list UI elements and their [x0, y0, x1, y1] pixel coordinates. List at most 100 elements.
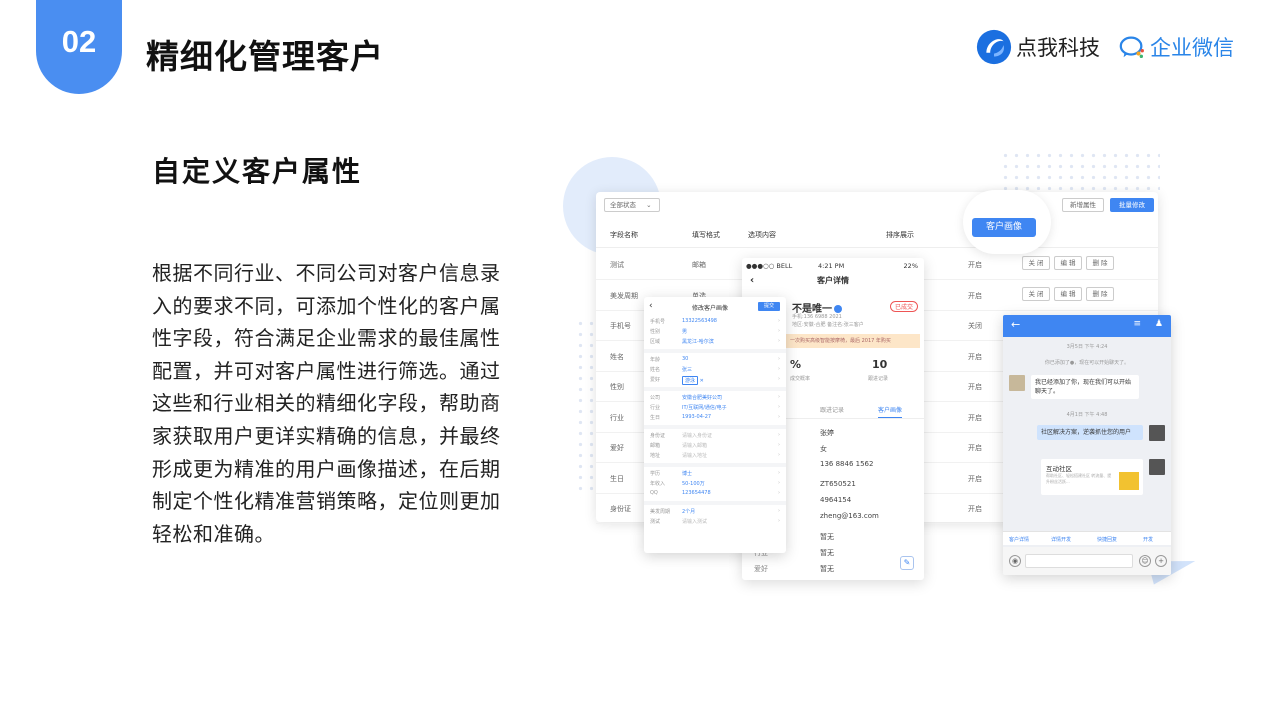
status-filter-select[interactable]: 全部状态 ⌄: [604, 198, 660, 212]
emoji-icon[interactable]: ☺: [1139, 555, 1151, 567]
close-button[interactable]: 关 闭: [1022, 286, 1050, 301]
avatar: [1149, 459, 1165, 475]
close-icon[interactable]: ✕: [700, 378, 704, 384]
detail-value: 暂无: [820, 533, 834, 541]
form-field[interactable]: 地址 请输入地址 ›: [644, 452, 786, 461]
chevron-right-icon: ›: [778, 470, 780, 476]
form-field[interactable]: 手机号 13322563498 ›: [644, 318, 786, 327]
detail-label: 爱好: [754, 565, 768, 573]
toolbar-item-quick-reply[interactable]: 快捷回复: [1097, 536, 1117, 543]
phone-status-bar: ●●●○○ BELL 4:21 PM 22%: [742, 262, 924, 272]
battery-text: 22%: [903, 262, 918, 270]
detail-value: 暂无: [820, 565, 834, 573]
field-value: 13322563498: [682, 318, 717, 324]
form-field[interactable]: 测试 请输入测试 ›: [644, 518, 786, 527]
form-field[interactable]: 性别 男 ›: [644, 328, 786, 337]
plus-icon[interactable]: +: [1155, 555, 1167, 567]
form-divider: [644, 463, 786, 467]
field-status: 关闭: [968, 322, 982, 330]
field-label: 行业: [650, 405, 661, 411]
tab-follow-records[interactable]: 跟进记录: [820, 405, 844, 414]
chevron-right-icon: ›: [778, 442, 780, 448]
field-name: 测试: [610, 261, 624, 269]
customer-portrait-button[interactable]: 客户画像: [972, 218, 1036, 237]
chat-input[interactable]: [1025, 554, 1133, 568]
chat-link-card[interactable]: 互动社区 帮助社区、轻松搭建社区 转流量、提升粉丝活跃...: [1041, 459, 1143, 495]
field-format: 邮箱: [692, 261, 706, 269]
form-field[interactable]: 学历 博士 ›: [644, 470, 786, 479]
stat-label: 成交概率: [790, 376, 811, 382]
chevron-right-icon: ›: [778, 508, 780, 514]
edit-button[interactable]: 编 辑: [1054, 256, 1082, 270]
status-filter-value: 全部状态: [610, 201, 636, 209]
phone-nav-title: 客户详情: [817, 276, 849, 285]
close-button[interactable]: 关 闭: [1022, 256, 1050, 270]
field-name: 爱好: [610, 444, 624, 452]
paragraph-line: 家获取用户更详实精确的信息，并最终: [152, 423, 501, 448]
avatar: [1149, 425, 1165, 441]
field-value: 博士: [682, 471, 693, 477]
toolbar-item-dev[interactable]: 开发: [1143, 536, 1153, 543]
form-field[interactable]: 年龄 30 ›: [644, 356, 786, 365]
field-label: 年龄: [650, 357, 661, 363]
detail-value: 张婷: [820, 429, 834, 437]
form-field[interactable]: 年收入 50-100万 ›: [644, 480, 786, 489]
card-desc: 帮助社区、轻松搭建社区 转流量、提升粉丝活跃...: [1046, 473, 1112, 484]
toolbar-item-detail-dev[interactable]: 详情开发: [1051, 536, 1071, 543]
tab-customer-portrait[interactable]: 客户画像: [878, 405, 903, 418]
delete-button[interactable]: 删 除: [1086, 286, 1114, 301]
customer-region-line: 地区:安徽-合肥 备注名:张三客户: [792, 322, 864, 328]
chevron-right-icon: ›: [778, 356, 780, 362]
form-field[interactable]: 公司 安徽合肥美好公司 ›: [644, 394, 786, 403]
form-header: ‹ 修改客户画像 提交: [644, 301, 786, 315]
form-field[interactable]: 行业 IT/互联网/通信/电子 ›: [644, 404, 786, 413]
dianwo-logo-icon: [976, 29, 1012, 65]
form-field[interactable]: 身份证 请输入身份证 ›: [644, 432, 786, 441]
new-attribute-button[interactable]: 新增属性: [1062, 198, 1104, 212]
toolbar-item-customer-detail[interactable]: 客户详情: [1009, 536, 1029, 543]
form-field[interactable]: 爱好 游泳 ✕ ›: [644, 376, 786, 385]
back-chevron-icon[interactable]: ‹: [649, 301, 653, 311]
form-field[interactable]: QQ 123654478 ›: [644, 490, 786, 499]
edit-icon[interactable]: ✎: [900, 556, 914, 570]
field-value: 黑龙江-哈尔滨: [682, 339, 714, 345]
form-field[interactable]: 姓名 张三 ›: [644, 366, 786, 375]
form-field[interactable]: 美发周期 2个月 ›: [644, 508, 786, 517]
field-value: 30: [682, 356, 689, 362]
edit-button[interactable]: 编 辑: [1054, 286, 1082, 301]
field-status: 开启: [968, 413, 982, 422]
chat-topbar: ← ≡ ♟: [1003, 315, 1171, 337]
chevron-right-icon: ›: [778, 328, 780, 334]
submit-button[interactable]: 提交: [758, 302, 780, 311]
verified-icon: [834, 305, 842, 313]
field-status: 开启: [968, 291, 982, 300]
form-field[interactable]: 区域 黑龙江-哈尔滨 ›: [644, 338, 786, 347]
field-name: 生日: [610, 474, 624, 483]
batch-edit-button[interactable]: 批量修改: [1110, 198, 1154, 212]
row-actions: 关 闭编 辑删 除: [1022, 256, 1114, 270]
stat-follow-count: 10: [872, 358, 888, 371]
chevron-right-icon: ›: [778, 480, 780, 486]
voice-icon[interactable]: ◉: [1009, 555, 1021, 567]
field-value: 游泳 ✕: [682, 376, 704, 385]
page-title: 精细化管理客户: [146, 37, 384, 76]
paragraph-line: 轻松和准确。: [152, 521, 275, 546]
table-header: 字段名称 填写格式 选项内容 排序展示: [596, 220, 1158, 248]
form-field[interactable]: 邮箱 请输入邮箱 ›: [644, 442, 786, 451]
chevron-right-icon: ›: [778, 376, 780, 382]
field-label: 爱好: [650, 377, 661, 383]
paragraph-line: 入的要求不同，可添加个性化的客户属: [152, 293, 501, 318]
chevron-right-icon: ›: [778, 432, 780, 438]
edit-portrait-form: ‹ 修改客户画像 提交 手机号 13322563498 › 性别 男 › 区域 黑龙江-哈尔滨…: [644, 297, 786, 553]
menu-icon[interactable]: ≡: [1133, 319, 1141, 329]
field-label: 美发周期: [650, 509, 671, 515]
paragraph-line: 制定个性化精准营销策略，定位则更加: [152, 489, 501, 514]
form-divider: [644, 425, 786, 429]
back-arrow-icon[interactable]: ←: [1011, 318, 1020, 331]
back-chevron-icon[interactable]: ‹: [750, 275, 754, 286]
delete-button[interactable]: 删 除: [1086, 256, 1114, 270]
form-field[interactable]: 生日 1993-04-27 ›: [644, 414, 786, 423]
brand-name: 点我科技: [1016, 36, 1100, 60]
chevron-right-icon: ›: [778, 414, 780, 420]
user-icon[interactable]: ♟: [1155, 319, 1163, 329]
